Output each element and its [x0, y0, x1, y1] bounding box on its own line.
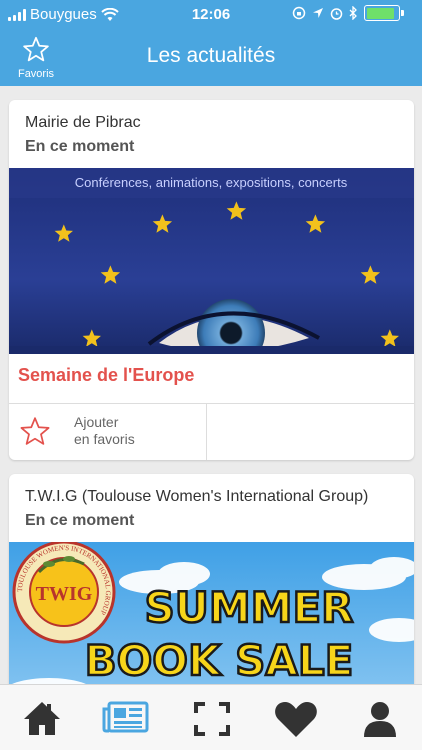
rotation-lock-icon: [292, 6, 306, 20]
badge-text: TWIG: [36, 583, 93, 605]
book-sale-poster-image: TOULOUSE WOMEN'S INTERNATIONAL GROUP TWI…: [9, 542, 414, 684]
page-title: Les actualités: [146, 44, 276, 67]
add-to-favorites-button[interactable]: Ajouter en favoris: [9, 404, 207, 460]
scan-icon: [194, 702, 230, 736]
europe-eye-image: Conférences, animations, expositions, co…: [9, 168, 414, 354]
image-caption: Conférences, animations, expositions, co…: [75, 175, 348, 190]
tab-profile[interactable]: [358, 699, 402, 739]
card-title[interactable]: Semaine de l'Europe: [18, 365, 194, 386]
news-card[interactable]: T.W.I.G (Toulouse Women's International …: [9, 474, 414, 684]
news-card[interactable]: Mairie de Pibrac En ce moment Conférence…: [9, 100, 414, 460]
bluetooth-icon: [349, 6, 357, 20]
tab-scan[interactable]: [190, 699, 234, 739]
favorites-label: Favoris: [17, 68, 55, 80]
fav-label-line2: en favoris: [74, 431, 135, 447]
card-image[interactable]: TOULOUSE WOMEN'S INTERNATIONAL GROUP TWI…: [9, 542, 414, 684]
user-icon: [364, 702, 396, 737]
card-organization: T.W.I.G (Toulouse Women's International …: [25, 488, 369, 505]
tab-favorites[interactable]: [272, 699, 317, 739]
card-image[interactable]: Conférences, animations, expositions, co…: [9, 168, 414, 354]
location-icon: [313, 8, 323, 18]
tab-home[interactable]: [20, 699, 64, 739]
star-outline-icon: [20, 417, 50, 445]
status-bar: Bouygues 12:06: [0, 0, 422, 30]
poster-line2: BOOK SALE: [85, 636, 354, 684]
card-status: En ce moment: [25, 138, 135, 155]
tab-news[interactable]: [102, 699, 149, 739]
app-header: Bouygues 12:06 Favoris Les actualités: [0, 0, 422, 86]
status-right: [292, 5, 412, 21]
battery-fill: [366, 7, 395, 19]
newspaper-icon: [102, 701, 149, 733]
news-feed[interactable]: Mairie de Pibrac En ce moment Conférence…: [0, 86, 422, 684]
card-organization: Mairie de Pibrac: [25, 114, 141, 131]
card-status: En ce moment: [25, 512, 135, 529]
alarm-icon: [330, 7, 343, 20]
home-icon: [24, 702, 60, 735]
card-actions: Ajouter en favoris: [9, 403, 414, 460]
poster-line1: SUMMER: [145, 583, 354, 632]
fav-label-line1: Ajouter: [74, 414, 119, 430]
battery-icon: [364, 5, 404, 21]
heart-icon: [275, 702, 317, 737]
tab-bar: [0, 684, 422, 750]
